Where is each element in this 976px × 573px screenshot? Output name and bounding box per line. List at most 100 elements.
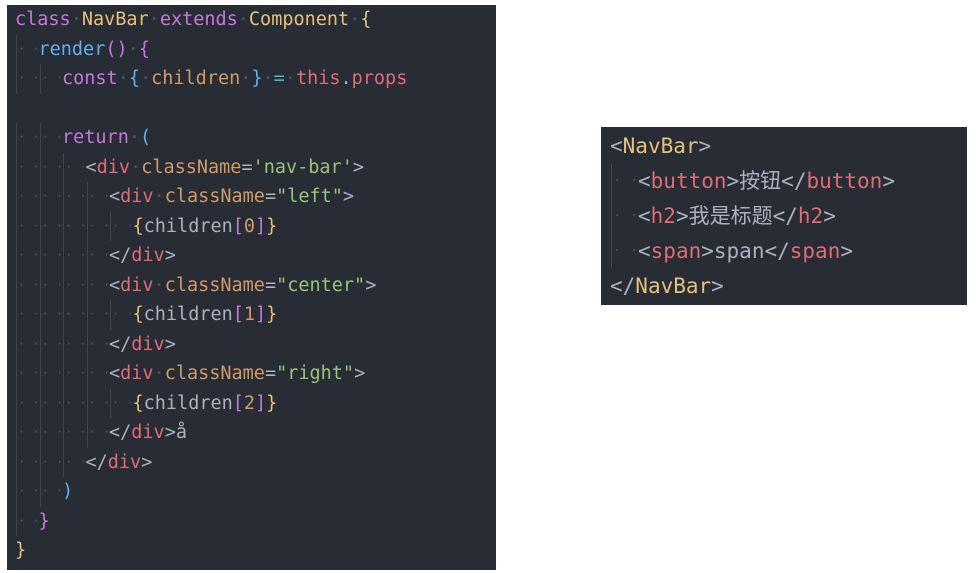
code-text[interactable]: const·{·children·}·=·this.props: [62, 64, 407, 94]
code-token: className: [164, 186, 265, 207]
code-token: {: [132, 392, 144, 414]
whitespace-dots: · ·: [18, 248, 40, 262]
indent-guide: [16, 477, 17, 507]
code-token: <: [85, 156, 97, 178]
whitespace-dots: · ·: [18, 218, 40, 233]
code-token: div: [131, 245, 165, 266]
code-line: · · · · · · · · · · {children[1]}: [7, 300, 496, 330]
whitespace-dots: · ·: [88, 336, 111, 351]
whitespace-dots: · ·: [41, 454, 64, 469]
code-token: div: [131, 422, 165, 443]
whitespace-token: ·: [117, 68, 129, 89]
code-token: >: [352, 156, 364, 178]
whitespace-dots: · ·: [88, 395, 111, 410]
code-line: · · · · · · · · <div·className="right">: [7, 359, 496, 389]
code-text[interactable]: ): [62, 477, 73, 507]
indent-guide: [39, 270, 41, 300]
code-token: =: [264, 274, 277, 296]
whitespace-dots: · ·: [41, 130, 64, 144]
code-token: return: [62, 127, 129, 148]
code-text[interactable]: {children[2]}: [133, 389, 278, 419]
whitespace-dots: · ·: [88, 277, 111, 292]
whitespace-dots: · ·: [41, 307, 64, 321]
code-text[interactable]: <div·className='nav-bar'>: [86, 153, 364, 183]
code-token: <: [109, 274, 121, 296]
code-text[interactable]: </NavBar>: [610, 269, 724, 304]
indent-guide: [63, 211, 64, 241]
code-line: · · · · · · · · · · {children[0]}: [7, 211, 496, 242]
code-token: >: [342, 186, 355, 207]
whitespace-dots: · ·: [41, 395, 64, 410]
whitespace-token: ·: [349, 9, 361, 30]
code-text[interactable]: </div>å: [109, 418, 187, 448]
indent-guide: [39, 329, 41, 359]
indent-guide: [611, 163, 612, 199]
code-token: NavBar: [81, 9, 149, 30]
code-token: NavBar: [622, 133, 699, 158]
whitespace-dots: · ·: [65, 395, 87, 410]
code-text[interactable]: {children[1]}: [133, 300, 278, 330]
code-text[interactable]: render()·{: [39, 35, 150, 65]
code-token: }: [251, 68, 263, 89]
code-token: </: [764, 238, 790, 263]
whitespace-token: ·: [148, 9, 160, 30]
indent-guide: [63, 270, 64, 300]
code-token: >: [141, 451, 153, 473]
indent-guide: [16, 34, 17, 64]
code-text[interactable]: <span>span</span>: [638, 234, 853, 269]
indent-guide: [39, 64, 41, 94]
code-text[interactable]: <NavBar>: [610, 129, 711, 164]
indent-guide: [86, 241, 88, 271]
code-text[interactable]: <h2>我是标题</h2>: [638, 199, 836, 234]
whitespace-dots: · ·: [88, 218, 111, 233]
indent-guide: [16, 123, 17, 153]
code-editor-navbar-usage[interactable]: <NavBar> · · <button>按钮</button> · · <h2>我是标…: [601, 127, 967, 305]
code-token: 'nav-bar': [252, 156, 353, 178]
code-text[interactable]: {children[0]}: [133, 212, 278, 242]
indent-guide: [110, 300, 111, 330]
code-token: children: [143, 215, 233, 237]
whitespace-dots: · ·: [41, 366, 64, 380]
code-line: · · · · · · · · </div>: [7, 241, 496, 271]
whitespace-dots: · ·: [41, 218, 64, 233]
indent-guide: [86, 300, 88, 330]
code-token: [: [232, 215, 244, 237]
code-text[interactable]: </div>: [86, 448, 153, 478]
whitespace-dots: · ·: [65, 248, 87, 262]
whitespace-dots: · ·: [88, 189, 111, 203]
indent-guide: [39, 182, 41, 212]
code-text[interactable]: <button>按钮</button>: [638, 164, 895, 199]
whitespace-dots: · ·: [41, 248, 64, 262]
code-text[interactable]: </div>: [109, 330, 176, 360]
whitespace-dots: · ·: [88, 366, 111, 380]
code-editor-navbar-class[interactable]: class·NavBar·extends·Component·{· · rende…: [7, 5, 496, 570]
code-text[interactable]: <div·className="right">: [109, 359, 365, 389]
code-token: div: [120, 363, 154, 384]
indent-guide: [611, 198, 612, 234]
code-token: }: [266, 215, 278, 237]
whitespace-dots: · ·: [18, 277, 40, 292]
code-token: div: [120, 274, 154, 296]
whitespace-dots: · ·: [41, 71, 64, 85]
whitespace-dots: · ·: [112, 395, 134, 410]
whitespace-token: ·: [284, 68, 296, 89]
code-text[interactable]: class·NavBar·extends·Component·{: [15, 5, 371, 35]
indent-guide: [110, 211, 111, 241]
whitespace-dots: · ·: [65, 189, 87, 203]
whitespace-dots: · ·: [65, 277, 87, 292]
code-token: children: [151, 68, 241, 89]
code-line: <NavBar>: [601, 129, 967, 164]
code-text[interactable]: return·(: [62, 123, 151, 153]
code-text[interactable]: }: [15, 536, 26, 566]
code-text[interactable]: }: [39, 507, 50, 537]
code-token: span: [713, 238, 765, 263]
code-token: span: [650, 238, 702, 263]
code-token: >: [365, 274, 377, 296]
code-text[interactable]: <div·className="center">: [109, 271, 376, 301]
indent-guide: [16, 64, 17, 94]
code-token: div: [120, 186, 154, 207]
code-text[interactable]: </div>: [109, 241, 176, 271]
indent-guide: [39, 359, 41, 389]
code-text[interactable]: <div·className="left">: [109, 182, 354, 212]
